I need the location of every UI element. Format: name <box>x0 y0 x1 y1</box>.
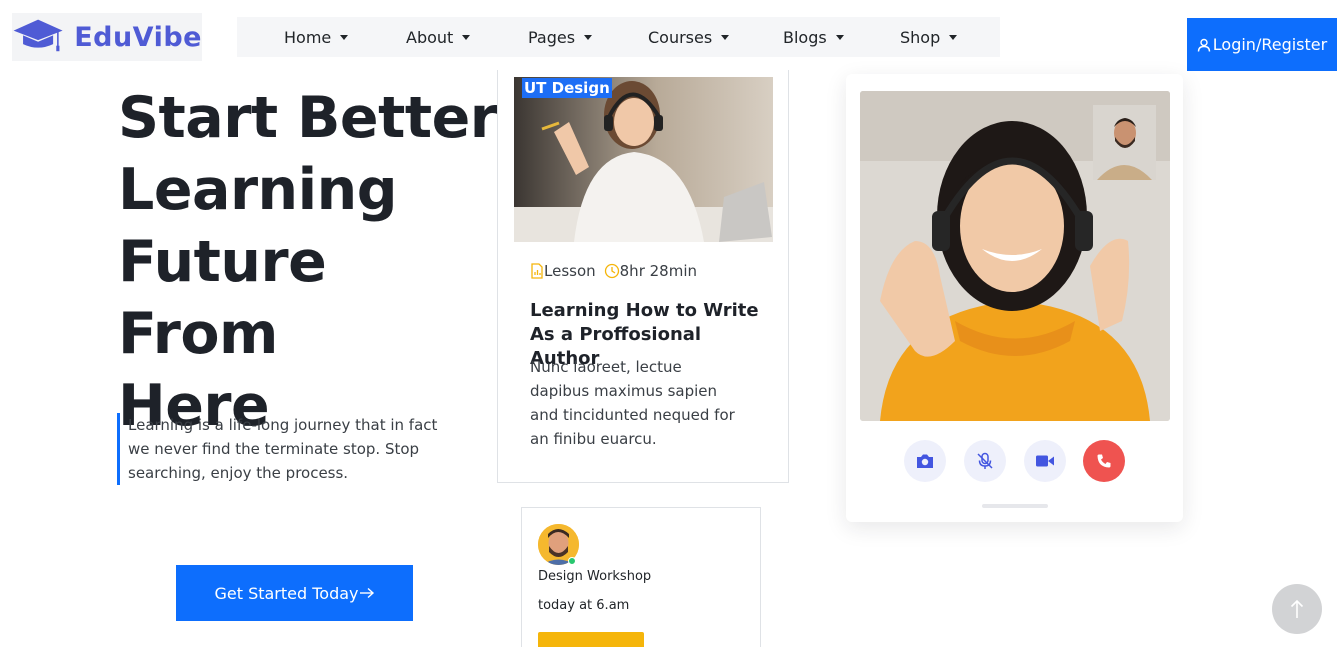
hero-title-line: Learning <box>118 157 398 223</box>
site-logo[interactable]: EduVibe <box>12 13 202 61</box>
video-call-self-view <box>1093 105 1156 180</box>
hero-title-line: Start Better <box>118 85 498 151</box>
course-thumbnail <box>514 77 773 242</box>
nav-item-courses[interactable]: Courses <box>648 28 730 47</box>
user-icon <box>1197 38 1210 52</box>
caret-down-icon <box>340 35 349 40</box>
course-meta: Lesson 8hr 28min <box>530 262 697 280</box>
home-indicator-bar <box>982 504 1048 508</box>
camera-icon <box>917 454 933 468</box>
main-nav: Home About Pages Courses Blogs Shop <box>237 17 1000 57</box>
clock-icon <box>604 263 619 279</box>
brand-name: EduVibe <box>74 21 202 53</box>
get-started-label: Get Started Today <box>214 583 359 603</box>
nav-item-label: Home <box>284 28 332 47</box>
nav-item-label: Blogs <box>783 28 827 47</box>
nav-item-about[interactable]: About <box>406 28 471 47</box>
end-call-button[interactable] <box>1083 440 1125 482</box>
hero-quote: Learning is a life-long journey that in … <box>117 413 462 485</box>
arrow-right-icon <box>359 587 374 599</box>
lesson-label: Lesson <box>544 262 596 280</box>
category-badge[interactable]: UT Design <box>522 78 612 98</box>
hero-title-line: Future From <box>118 229 327 367</box>
video-toggle-button[interactable] <box>1024 440 1066 482</box>
workshop-time: today at 6.am <box>538 598 630 613</box>
join-workshop-button[interactable] <box>538 632 644 647</box>
caret-down-icon <box>462 35 471 40</box>
nav-item-label: Pages <box>528 28 576 47</box>
nav-item-home[interactable]: Home <box>284 28 349 47</box>
scroll-to-top-button[interactable] <box>1272 584 1322 634</box>
graduation-cap-icon <box>13 19 63 52</box>
course-description: Nunc laoreet, lectue dapibus maximus sap… <box>530 358 735 448</box>
mic-off-icon <box>977 452 993 469</box>
video-icon <box>1036 455 1054 467</box>
arrow-up-icon <box>1290 599 1304 618</box>
camera-button[interactable] <box>904 440 946 482</box>
nav-item-label: Courses <box>648 28 713 47</box>
nav-item-label: Shop <box>900 28 941 47</box>
login-register-label: Login/Register <box>1212 35 1328 54</box>
caret-down-icon <box>584 35 593 40</box>
nav-item-label: About <box>406 28 454 47</box>
login-register-button[interactable]: Login/Register <box>1187 18 1337 71</box>
get-started-button[interactable]: Get Started Today <box>176 565 413 621</box>
caret-down-icon <box>721 35 730 40</box>
online-status-dot <box>568 557 576 565</box>
caret-down-icon <box>835 35 844 40</box>
course-duration: 8hr 28min <box>619 262 697 280</box>
hero-title: Start Better Learning Future From Here <box>118 82 498 442</box>
workshop-title: Design Workshop <box>538 569 652 584</box>
nav-item-pages[interactable]: Pages <box>528 28 593 47</box>
caret-down-icon <box>949 35 958 40</box>
mute-button[interactable] <box>964 440 1006 482</box>
phone-icon <box>1097 454 1111 468</box>
nav-item-shop[interactable]: Shop <box>900 28 958 47</box>
document-icon <box>531 263 543 279</box>
nav-item-blogs[interactable]: Blogs <box>783 28 844 47</box>
